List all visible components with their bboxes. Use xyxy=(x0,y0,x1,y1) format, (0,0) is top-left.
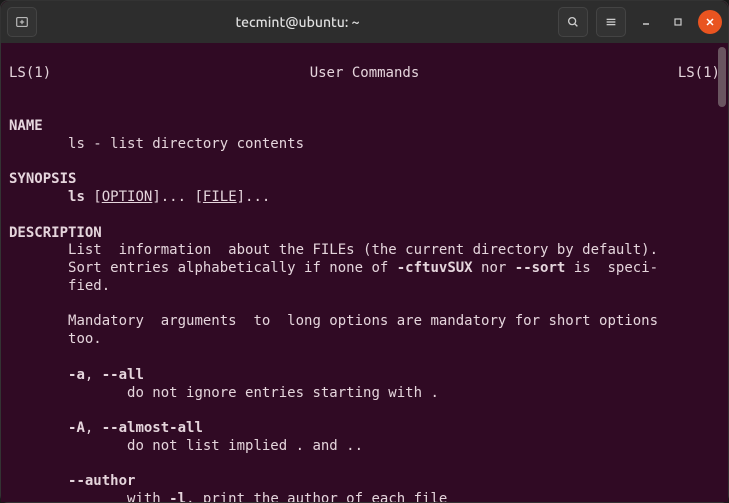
desc-text: List information about the FILEs (the cu… xyxy=(68,242,658,258)
man-header-right: LS(1) xyxy=(678,65,720,83)
scrollbar-thumb[interactable] xyxy=(718,47,726,107)
terminal-content[interactable]: LS(1) User Commands LS(1) NAME ls - list d… xyxy=(1,43,728,502)
desc-flag: -cftuvSUX xyxy=(397,260,473,276)
minimize-button[interactable] xyxy=(634,10,658,34)
man-header: LS(1) User Commands LS(1) xyxy=(9,65,720,83)
titlebar: tecmint@ubuntu: ~ xyxy=(1,1,728,43)
section-name: NAME xyxy=(9,118,43,134)
synopsis-cmd: ls xyxy=(68,189,85,205)
menu-button[interactable] xyxy=(596,7,626,37)
desc-text: too. xyxy=(68,331,102,347)
desc-text: fied. xyxy=(68,278,110,294)
desc-text: Sort entries alphabetically if none of xyxy=(68,260,397,276)
search-button[interactable] xyxy=(558,7,588,37)
desc-text: Mandatory arguments to long options are … xyxy=(68,313,658,329)
terminal-window: tecmint@ubuntu: ~ LS(1)User CommandsLS(1… xyxy=(0,0,729,503)
option-flag: -l xyxy=(169,491,186,502)
window-title: tecmint@ubuntu: ~ xyxy=(41,14,554,30)
man-header-center: User Commands xyxy=(310,65,420,83)
option-flag: --all xyxy=(102,367,144,383)
option-flag: --author xyxy=(68,473,135,489)
synopsis-file: FILE xyxy=(203,189,237,205)
maximize-button[interactable] xyxy=(666,10,690,34)
name-line: ls - list directory contents xyxy=(68,136,304,152)
option-flag: -A xyxy=(68,420,85,436)
option-flag: --almost-all xyxy=(102,420,203,436)
section-description: DESCRIPTION xyxy=(9,225,102,241)
desc-flag: --sort xyxy=(515,260,566,276)
option-desc: do not ignore entries starting with . xyxy=(127,385,439,401)
option-desc: with xyxy=(127,491,169,502)
option-flag: -a xyxy=(68,367,85,383)
synopsis-option: OPTION xyxy=(102,189,153,205)
close-button[interactable] xyxy=(698,10,722,34)
option-desc: do not list implied . and .. xyxy=(127,438,363,454)
new-tab-button[interactable] xyxy=(7,7,37,37)
section-synopsis: SYNOPSIS xyxy=(9,171,76,187)
man-header-left: LS(1) xyxy=(9,65,51,83)
